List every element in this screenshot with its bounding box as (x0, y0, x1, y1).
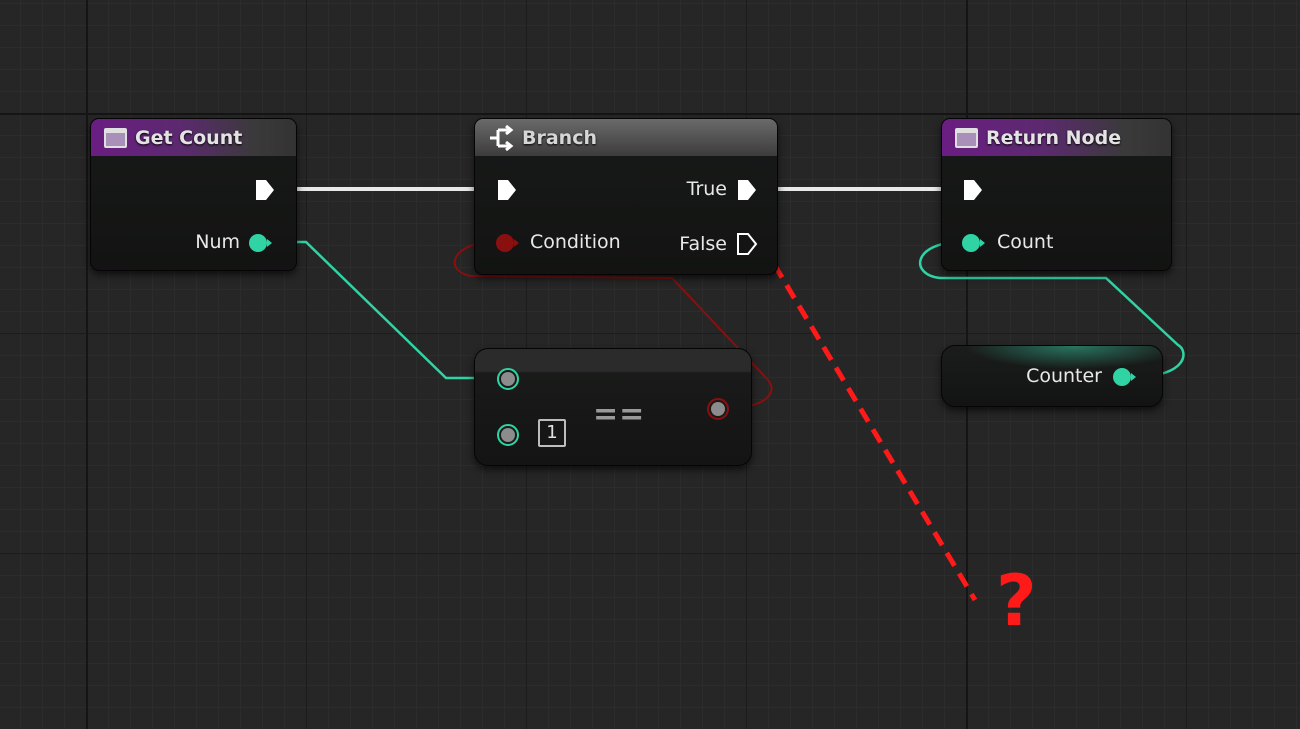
condition-input-pin-icon[interactable] (495, 231, 519, 255)
exec-input-pin-icon[interactable] (495, 178, 519, 202)
exec-output-pin-icon[interactable] (253, 178, 277, 202)
annotation-dashed-line (759, 242, 978, 602)
annotation-question-mark: ? (996, 560, 1037, 642)
count-input-pin-icon[interactable] (961, 231, 985, 255)
branch-header[interactable]: Branch (475, 119, 777, 156)
function-icon (955, 127, 978, 148)
counter-label: Counter (1026, 365, 1102, 387)
equals-output-pin-icon[interactable] (706, 397, 730, 421)
false-pin-label: False (679, 233, 727, 255)
return-node-title: Return Node (986, 126, 1122, 149)
equals-input-a-pin-icon[interactable] (496, 367, 520, 391)
count-pin-label: Count (997, 231, 1054, 253)
equals-node[interactable]: 1 == (474, 348, 752, 466)
branch-title: Branch (522, 126, 597, 149)
false-exec-output-pin-icon[interactable] (735, 232, 759, 256)
int-wire-num-to-equals[interactable] (270, 240, 497, 380)
num-pin-label: Num (195, 231, 240, 253)
true-exec-output-pin-icon[interactable] (735, 178, 759, 202)
exec-input-pin-icon[interactable] (961, 178, 985, 202)
counter-variable-node[interactable]: Counter (941, 345, 1163, 407)
equals-input-b-pin-icon[interactable] (496, 423, 520, 447)
function-icon (104, 127, 127, 148)
branch-node[interactable]: Branch True Condition False (474, 118, 778, 275)
branch-icon (490, 124, 514, 151)
return-node-header[interactable]: Return Node (942, 119, 1171, 156)
get-count-header[interactable]: Get Count (91, 119, 296, 156)
get-count-node[interactable]: Get Count Num (90, 118, 297, 271)
counter-output-pin-icon[interactable] (1112, 365, 1136, 389)
num-output-pin-icon[interactable] (248, 231, 272, 255)
equals-operator-label: == (593, 397, 646, 432)
get-count-title: Get Count (135, 126, 243, 149)
literal-value-box[interactable]: 1 (538, 419, 566, 447)
condition-pin-label: Condition (530, 231, 621, 253)
return-node[interactable]: Return Node Count (941, 118, 1172, 271)
true-pin-label: True (686, 178, 727, 200)
